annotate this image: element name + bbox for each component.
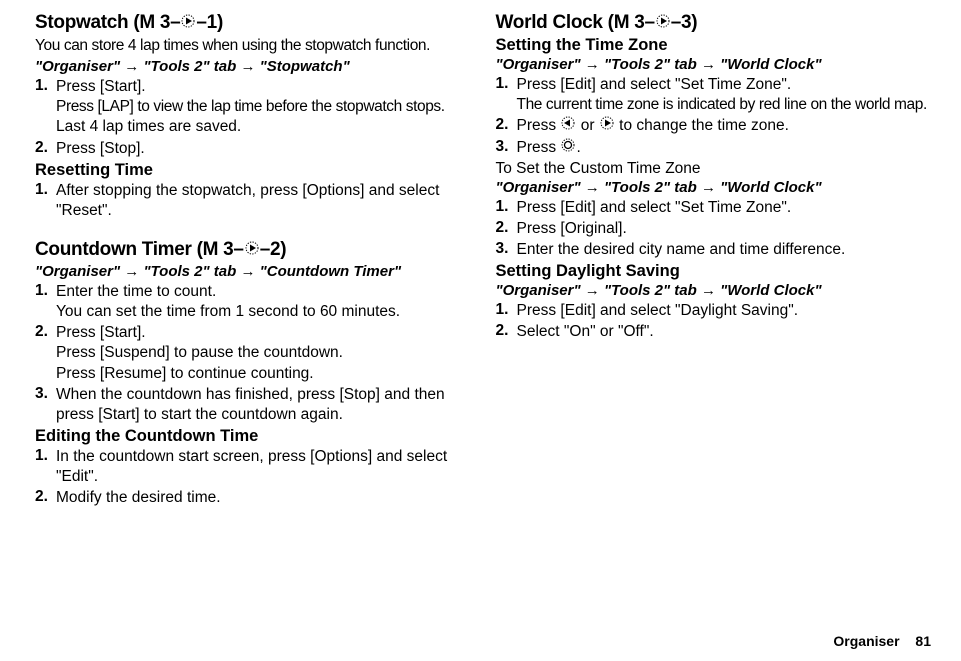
countdown-nav-path: "Organiser" → "Tools 2" tab → "Countdown…: [35, 263, 471, 280]
triangle-right-icon: [181, 12, 195, 34]
step-text: Press or to change the time zone.: [517, 117, 789, 134]
stopwatch-nav-path: "Organiser" → "Tools 2" tab → "Stopwatch…: [35, 58, 471, 75]
step-note: Press [LAP] to view the lap time before …: [56, 98, 445, 115]
arrow-icon: →: [701, 56, 716, 73]
stopwatch-intro: You can store 4 lap times when using the…: [35, 36, 471, 56]
list-item: 1. Press [Edit] and select "Set Time Zon…: [496, 198, 932, 218]
step-text: Modify the desired time.: [56, 489, 221, 506]
arrow-icon: →: [585, 282, 600, 299]
step-text: In the countdown start screen, press [Op…: [56, 448, 447, 485]
list-item: 3. Enter the desired city name and time …: [496, 240, 932, 260]
step-note: The current time zone is indicated by re…: [517, 96, 927, 113]
right-column: World Clock (M 3––3) Setting the Time Zo…: [496, 12, 932, 509]
step-text: When the countdown has finished, press […: [56, 386, 445, 423]
editing-countdown-heading: Editing the Countdown Time: [35, 427, 471, 446]
stopwatch-heading: Stopwatch (M 3––1): [35, 12, 471, 34]
worldclock-nav-path-dst: "Organiser" → "Tools 2" tab → "World Clo…: [496, 282, 932, 299]
step-text: Press .: [517, 139, 581, 156]
worldclock-heading: World Clock (M 3––3): [496, 12, 932, 34]
step-text: Press [Stop].: [56, 140, 145, 157]
page-footer: Organiser 81: [833, 633, 931, 649]
arrow-icon: →: [701, 179, 716, 196]
countdown-heading: Countdown Timer (M 3––2): [35, 239, 471, 261]
worldclock-nav-path: "Organiser" → "Tools 2" tab → "World Clo…: [496, 56, 932, 73]
step-text: Press [Edit] and select "Set Time Zone".: [517, 76, 792, 93]
list-item: 1. Press [Edit] and select "Set Time Zon…: [496, 75, 932, 115]
triangle-right-icon: [656, 12, 670, 34]
step-text: Enter the time to count.: [56, 283, 216, 300]
step-text: Press [Edit] and select "Daylight Saving…: [517, 302, 799, 319]
arrow-icon: →: [701, 282, 716, 299]
page-number: 81: [915, 633, 931, 649]
custom-tz-heading: To Set the Custom Time Zone: [496, 160, 932, 178]
timezone-steps: 1. Press [Edit] and select "Set Time Zon…: [496, 75, 932, 158]
footer-section: Organiser: [833, 633, 899, 649]
arrow-icon: →: [124, 263, 139, 280]
list-item: 1. Enter the time to count. You can set …: [35, 282, 471, 322]
resetting-time-heading: Resetting Time: [35, 161, 471, 180]
worldclock-nav-path-custom: "Organiser" → "Tools 2" tab → "World Clo…: [496, 179, 932, 196]
step-text: Enter the desired city name and time dif…: [517, 241, 846, 258]
list-item: 1. After stopping the stopwatch, press […: [35, 181, 471, 221]
list-item: 2. Press or to change the time zone.: [496, 116, 932, 136]
list-item: 2. Modify the desired time.: [35, 488, 471, 508]
countdown-steps: 1. Enter the time to count. You can set …: [35, 282, 471, 425]
triangle-right-icon: [245, 239, 259, 261]
arrow-icon: →: [240, 58, 255, 75]
list-item: 2. Select "On" or "Off".: [496, 322, 932, 342]
list-item: 2. Press [Original].: [496, 219, 932, 239]
arrow-icon: →: [585, 179, 600, 196]
step-note: Press [Resume] to continue counting.: [56, 365, 314, 382]
step-note: You can set the time from 1 second to 60…: [56, 303, 400, 320]
edit-countdown-steps: 1. In the countdown start screen, press …: [35, 447, 471, 508]
list-item: 1. Press [Start]. Press [LAP] to view th…: [35, 77, 471, 137]
triangle-left-icon: [561, 116, 575, 136]
timezone-heading: Setting the Time Zone: [496, 36, 932, 55]
step-note: Last 4 lap times are saved.: [56, 118, 241, 135]
reset-steps: 1. After stopping the stopwatch, press […: [35, 181, 471, 221]
arrow-icon: →: [585, 56, 600, 73]
step-text: Select "On" or "Off".: [517, 323, 654, 340]
list-item: 2. Press [Stop].: [35, 139, 471, 159]
dst-heading: Setting Daylight Saving: [496, 262, 932, 281]
left-column: Stopwatch (M 3––1) You can store 4 lap t…: [35, 12, 471, 509]
step-text: Press [Start].: [56, 324, 146, 341]
list-item: 1. Press [Edit] and select "Daylight Sav…: [496, 301, 932, 321]
step-text: Press [Start].: [56, 78, 146, 95]
list-item: 1. In the countdown start screen, press …: [35, 447, 471, 487]
stopwatch-steps: 1. Press [Start]. Press [LAP] to view th…: [35, 77, 471, 159]
list-item: 3. When the countdown has finished, pres…: [35, 385, 471, 425]
circle-icon: [561, 138, 575, 158]
list-item: 3. Press .: [496, 138, 932, 158]
dst-steps: 1. Press [Edit] and select "Daylight Sav…: [496, 301, 932, 342]
arrow-icon: →: [240, 263, 255, 280]
list-item: 2. Press [Start]. Press [Suspend] to pau…: [35, 323, 471, 383]
arrow-icon: →: [124, 58, 139, 75]
step-note: Press [Suspend] to pause the countdown.: [56, 344, 343, 361]
step-text: Press [Original].: [517, 220, 627, 237]
triangle-right-icon: [600, 116, 614, 136]
step-text: Press [Edit] and select "Set Time Zone".: [517, 199, 792, 216]
custom-tz-steps: 1. Press [Edit] and select "Set Time Zon…: [496, 198, 932, 260]
step-text: After stopping the stopwatch, press [Opt…: [56, 182, 439, 219]
